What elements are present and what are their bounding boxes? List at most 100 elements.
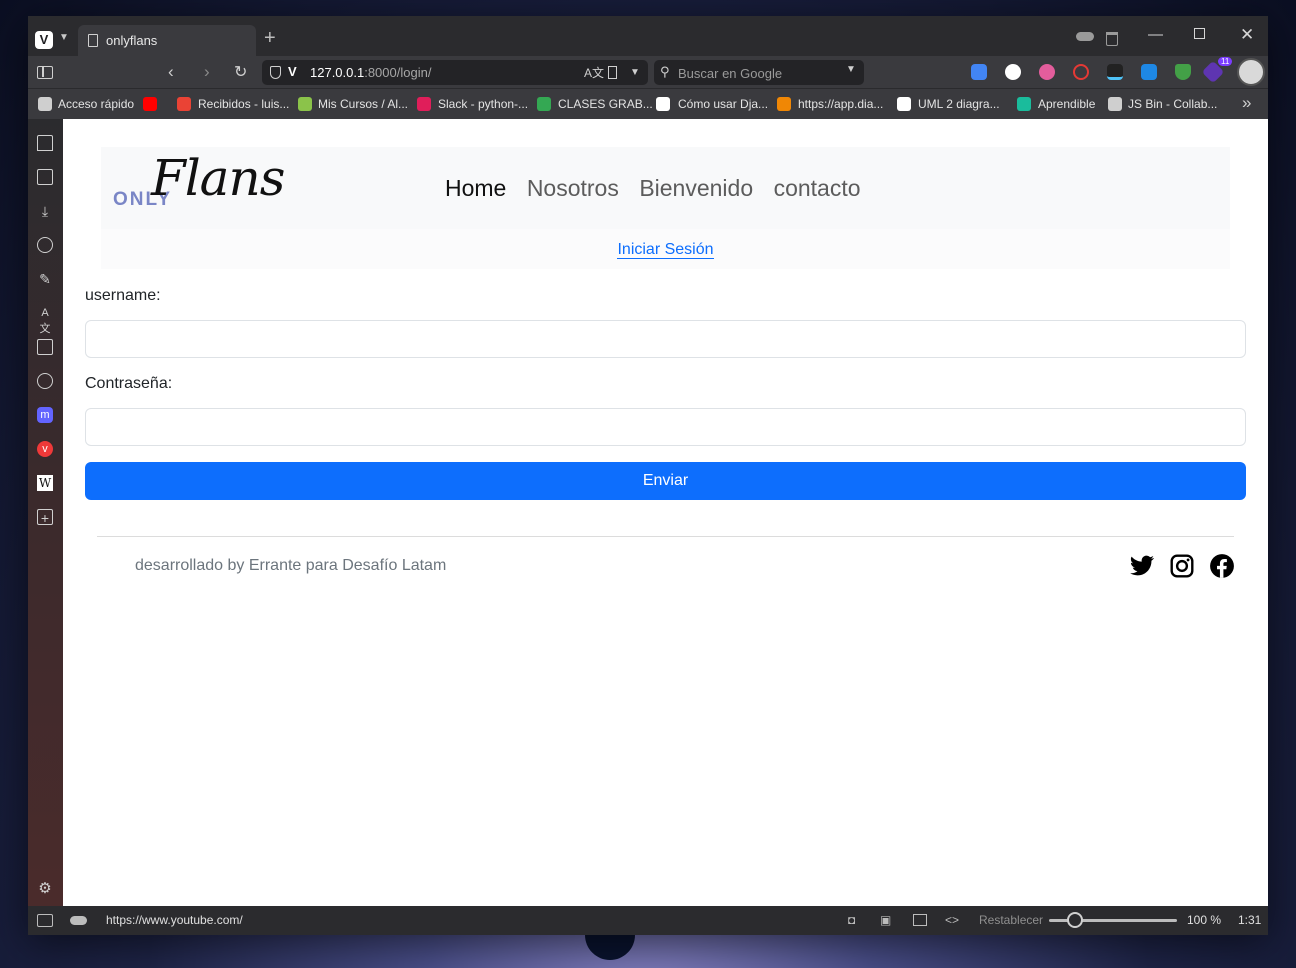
- footer-divider: [97, 536, 1234, 537]
- bookmark-icon-4: [537, 97, 551, 111]
- submit-button[interactable]: Enviar: [85, 462, 1246, 500]
- extension-badge: 11: [1218, 57, 1233, 66]
- color-extension-icon[interactable]: [1039, 64, 1055, 80]
- back-icon[interactable]: ‹: [168, 62, 174, 82]
- minimize-button[interactable]: —: [1148, 26, 1163, 43]
- page-actions-icon[interactable]: <>: [945, 913, 959, 927]
- zoom-slider-knob[interactable]: [1066, 912, 1083, 928]
- shield-icon[interactable]: [270, 66, 281, 79]
- site-info-icon: V: [288, 64, 297, 79]
- bookmark-icon-1: [177, 97, 191, 111]
- site-navbar: ONLY Flans Home Nosotros Bienvenido cont…: [101, 147, 1230, 229]
- search-field[interactable]: ⚲ Buscar en Google ▼: [654, 60, 864, 85]
- translate-panel-icon[interactable]: A文: [37, 305, 53, 335]
- window-panel-icon[interactable]: [37, 339, 53, 355]
- nav-contacto[interactable]: contacto: [774, 175, 861, 202]
- extension-icon[interactable]: [1005, 64, 1021, 80]
- more-bookmarks-icon[interactable]: »: [1242, 93, 1251, 113]
- typing-extension-icon[interactable]: [1141, 64, 1157, 80]
- tab-onlyflans[interactable]: onlyflans: [78, 25, 256, 56]
- bookmark-icon[interactable]: [608, 66, 617, 79]
- login-form: username: Contraseña: Enviar: [85, 287, 1246, 500]
- address-field[interactable]: V 127.0.0.1:8000/login/ A文 ▼: [262, 60, 648, 85]
- bookmark-0[interactable]: Acceso rápido: [58, 97, 134, 111]
- translate-icon[interactable]: A文: [584, 64, 604, 81]
- browser-window: V ▼ onlyflans + — ✕ ‹ › ↻ V 127.0.0.1:80…: [28, 16, 1268, 935]
- status-bar: https://www.youtube.com/ ◘ ▣ <> Restable…: [28, 906, 1268, 935]
- bookmark-icon-8: [1017, 97, 1031, 111]
- bookmark-icon-5: [656, 97, 670, 111]
- search-icon: ⚲: [660, 64, 670, 79]
- chat-icon[interactable]: [37, 373, 53, 389]
- login-row: Iniciar Sesión: [101, 229, 1230, 269]
- bookmark-icon-2: [298, 97, 312, 111]
- forward-icon[interactable]: ›: [204, 62, 210, 82]
- mastodon-icon[interactable]: m: [37, 407, 53, 423]
- youtube-icon[interactable]: [143, 97, 157, 111]
- trash-icon[interactable]: [1106, 32, 1118, 46]
- chevron-down-icon[interactable]: ▼: [59, 32, 69, 43]
- search-engine-dropdown-icon[interactable]: ▼: [846, 64, 856, 75]
- history-icon[interactable]: [37, 237, 53, 253]
- username-input[interactable]: [85, 320, 1246, 358]
- tab-title: onlyflans: [106, 33, 158, 48]
- bookmark-9[interactable]: JS Bin - Collab...: [1128, 97, 1217, 111]
- panel-toggle-status-icon[interactable]: [37, 914, 53, 927]
- close-button[interactable]: ✕: [1240, 25, 1254, 45]
- bookmarks-panel-icon[interactable]: [37, 135, 53, 151]
- reading-list-icon[interactable]: [37, 169, 53, 185]
- bookmark-1[interactable]: Recibidos - luis...: [198, 97, 289, 111]
- bookmark-6[interactable]: https://app.dia...: [798, 97, 883, 111]
- bookmark-7[interactable]: UML 2 diagra...: [918, 97, 1000, 111]
- settings-gear-icon[interactable]: ⚙: [37, 881, 53, 897]
- username-label: username:: [85, 287, 161, 304]
- url-text[interactable]: 127.0.0.1:8000/login/: [310, 65, 431, 80]
- clock: 1:31: [1238, 913, 1262, 927]
- brand-logo[interactable]: ONLY Flans: [113, 149, 323, 215]
- instagram-icon[interactable]: [1169, 553, 1195, 579]
- cloud-sync-icon[interactable]: [1076, 32, 1094, 41]
- maximize-button[interactable]: [1194, 28, 1205, 39]
- bookmark-5[interactable]: Cómo usar Dja...: [678, 97, 768, 111]
- nav-nosotros[interactable]: Nosotros: [527, 175, 619, 202]
- search-placeholder: Buscar en Google: [678, 66, 783, 81]
- shield-extension-icon[interactable]: [1175, 64, 1191, 80]
- brand-flans-text: Flans: [151, 149, 285, 207]
- nav-bienvenido[interactable]: Bienvenido: [639, 175, 753, 202]
- profile-avatar[interactable]: [1237, 58, 1265, 86]
- record-icon[interactable]: [1073, 64, 1089, 80]
- url-dropdown-icon[interactable]: ▼: [630, 67, 640, 78]
- vivaldi-panel-icon[interactable]: v: [37, 441, 53, 457]
- notes-icon[interactable]: ✎: [37, 271, 53, 287]
- facebook-icon[interactable]: [1209, 553, 1235, 579]
- login-link[interactable]: Iniciar Sesión: [617, 241, 714, 259]
- bookmark-8[interactable]: Aprendible: [1038, 97, 1095, 111]
- nav-home[interactable]: Home: [445, 175, 506, 202]
- bookmark-3[interactable]: Slack - python-...: [438, 97, 528, 111]
- reset-zoom-button[interactable]: Restablecer: [979, 913, 1043, 927]
- downloads-icon[interactable]: ⤓: [37, 203, 53, 219]
- reload-icon[interactable]: ↻: [234, 62, 247, 82]
- bookmark-4[interactable]: CLASES GRAB...: [558, 97, 653, 111]
- bookmark-2[interactable]: Mis Cursos / Al...: [318, 97, 408, 111]
- vivaldi-menu-icon[interactable]: V: [35, 31, 53, 49]
- wikipedia-icon[interactable]: W: [37, 475, 53, 491]
- tab-bar: V ▼ onlyflans + — ✕: [28, 16, 1268, 56]
- tiling-icon[interactable]: [913, 914, 927, 926]
- address-toolbar: ‹ › ↻ V 127.0.0.1:8000/login/ A文 ▼ ⚲ Bus…: [28, 56, 1268, 88]
- password-label: Contraseña:: [85, 375, 173, 392]
- bookmark-icon-3: [417, 97, 431, 111]
- bookmark-icon-9: [1108, 97, 1122, 111]
- url-path: :8000/login/: [364, 65, 432, 80]
- image-toggle-icon[interactable]: ▣: [880, 913, 891, 927]
- sync-cloud-icon[interactable]: [70, 916, 87, 925]
- google-translate-icon[interactable]: [971, 64, 987, 80]
- twitter-icon[interactable]: [1129, 553, 1155, 579]
- wave-extension-icon[interactable]: [1107, 64, 1123, 80]
- footer-credits: desarrollado by Errante para Desafío Lat…: [135, 557, 447, 574]
- new-tab-button[interactable]: +: [264, 28, 276, 48]
- panel-toggle-icon[interactable]: [37, 66, 53, 79]
- password-input[interactable]: [85, 408, 1246, 446]
- capture-icon[interactable]: ◘: [848, 913, 855, 927]
- add-panel-icon[interactable]: +: [37, 509, 53, 526]
